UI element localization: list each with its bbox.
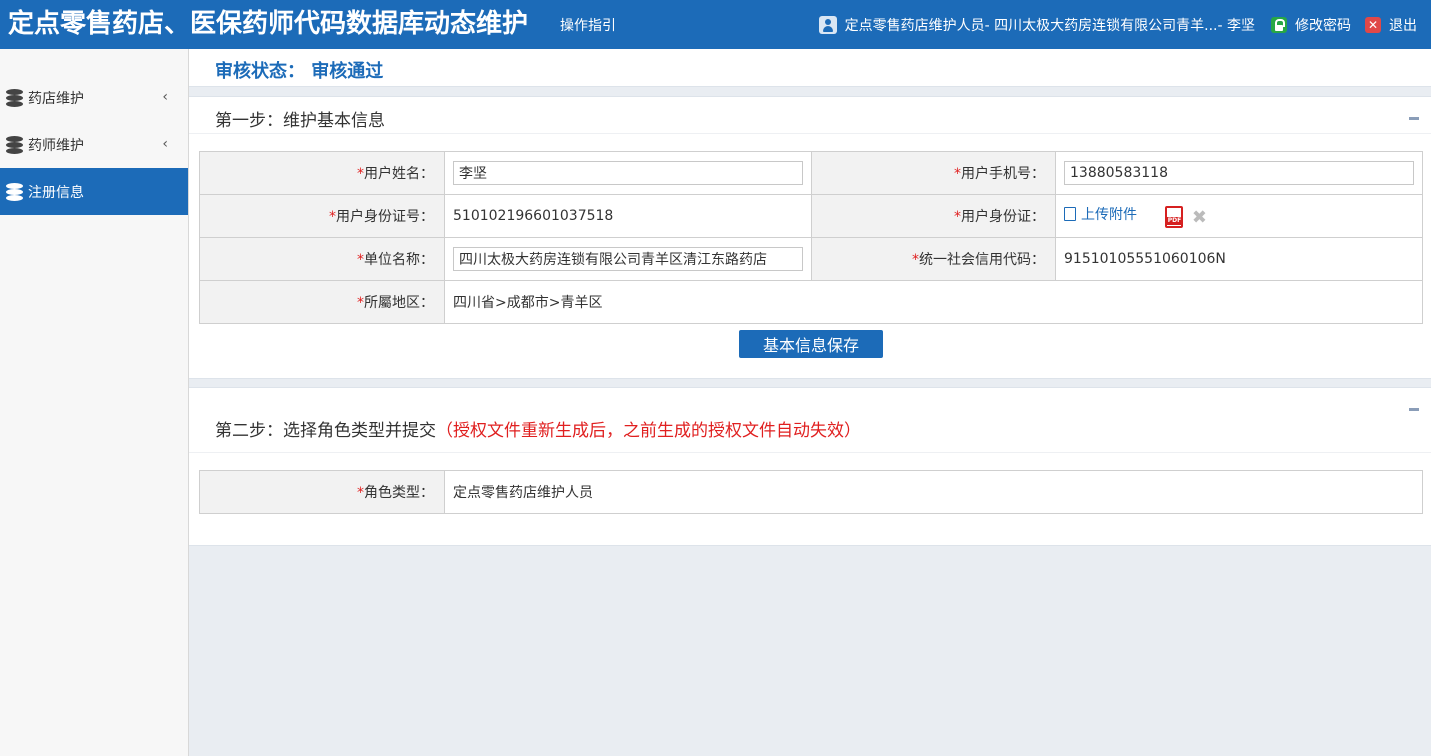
sidebar-item-label: 注册信息 [28,184,84,201]
role-table: *角色类型： 定点零售药店维护人员 [199,470,1423,514]
app-title: 定点零售药店、医保药师代码数据库动态维护 [8,9,529,39]
step1-title: 第一步：维护基本信息 [215,111,385,131]
collapse-icon[interactable] [1409,117,1419,120]
step2-title: 第二步：选择角色类型并提交（授权文件重新生成后，之前生成的授权文件自动失效） [215,421,861,441]
lock-icon[interactable] [1271,17,1287,33]
divider [189,133,1431,134]
top-header: 定点零售药店、医保药师代码数据库动态维护 操作指引 定点零售药店维护人员- 四川… [0,0,1431,49]
id-number-label: *用户身份证号： [199,194,445,238]
sidebar-item-label: 药店维护 [28,90,84,107]
credit-code-value: 91510105551060106N [1055,237,1423,281]
status-bar: 审核状态： 审核通过 [189,49,1431,87]
table-row: *用户身份证号： 510102196601037518 *用户身份证： 上传附件… [199,194,1423,238]
divider [189,452,1431,453]
save-basic-info-button[interactable]: 基本信息保存 [739,330,883,358]
id-card-label: *用户身份证： [811,194,1056,238]
pdf-icon[interactable]: PDF [1165,206,1184,228]
file-icon [1064,207,1076,221]
step2-warning: （授权文件重新生成后，之前生成的授权文件自动失效） [436,421,861,441]
table-row: *所屬地区： 四川省>成都市>青羊区 [199,280,1423,324]
database-icon [6,88,23,107]
user-name-input[interactable] [453,161,803,185]
step2-panel: 第二步：选择角色类型并提交（授权文件重新生成后，之前生成的授权文件自动失效） *… [189,387,1431,546]
sidebar-item-registration[interactable]: 注册信息 [0,168,188,215]
close-icon[interactable]: ✕ [1365,17,1381,33]
table-row: *角色类型： 定点零售药店维护人员 [199,470,1423,514]
guide-link[interactable]: 操作指引 [560,15,616,35]
review-status: 审核状态： 审核通过 [215,61,384,82]
basic-info-table: *用户姓名： *用户手机号： *用户身份证号： 5101021966010375… [199,151,1423,324]
table-row: *单位名称： *统一社会信用代码： 91510105551060106N [199,237,1423,281]
user-name-label: *用户姓名： [199,151,445,195]
sidebar-item-pharmacy[interactable]: 药店维护 ‹ [0,74,188,121]
region-value: 四川省>成都市>青羊区 [444,280,1423,324]
upload-attachment-link[interactable]: 上传附件 [1064,204,1137,224]
delete-icon[interactable]: ✖ [1192,207,1207,228]
chevron-left-icon: ‹ [162,89,168,105]
phone-label: *用户手机号： [811,151,1056,195]
region-label: *所屬地区： [199,280,445,324]
unit-name-input[interactable] [453,247,803,271]
unit-name-label: *单位名称： [199,237,445,281]
database-icon [6,135,23,154]
change-password-link[interactable]: 修改密码 [1295,15,1351,35]
sidebar-item-label: 药师维护 [28,137,84,154]
logout-link[interactable]: 退出 [1389,15,1417,35]
chevron-left-icon: ‹ [162,136,168,152]
sidebar-item-pharmacist[interactable]: 药师维护 ‹ [0,121,188,168]
role-type-label: *角色类型： [199,470,445,514]
user-info: 定点零售药店维护人员- 四川太极大药房连锁有限公司青羊...- 李坚 [844,18,1255,34]
role-type-value: 定点零售药店维护人员 [444,470,1423,514]
sidebar: 药店维护 ‹ 药师维护 ‹ 注册信息 [0,49,189,756]
collapse-icon[interactable] [1409,408,1419,411]
credit-code-label: *统一社会信用代码： [811,237,1056,281]
user-icon [818,16,837,34]
user-area: 定点零售药店维护人员- 四川太极大药房连锁有限公司青羊...- 李坚 修改密码 … [818,14,1417,36]
table-row: *用户姓名： *用户手机号： [199,151,1423,195]
phone-input[interactable] [1064,161,1414,185]
id-number-value: 510102196601037518 [444,194,812,238]
step1-panel: 第一步：维护基本信息 *用户姓名： *用户手机号： *用户身份证号： 51010… [189,96,1431,379]
database-icon [6,182,23,201]
